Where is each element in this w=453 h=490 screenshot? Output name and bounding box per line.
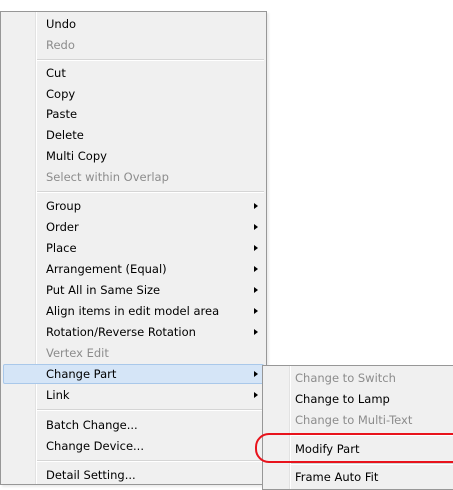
submenu-item-change-to-switch: Change to Switch bbox=[265, 368, 453, 389]
submenu-arrow-icon bbox=[254, 266, 258, 272]
menu-item-place[interactable]: Place bbox=[3, 238, 264, 258]
menu-separator bbox=[37, 460, 264, 462]
submenu-arrow-icon bbox=[254, 371, 258, 377]
menu-item-label: Delete bbox=[46, 128, 84, 142]
menu-item-multi-copy[interactable]: Multi Copy bbox=[3, 146, 264, 166]
menu-item-label: Cut bbox=[46, 66, 66, 80]
menu-separator bbox=[37, 409, 264, 411]
submenu-arrow-icon bbox=[254, 308, 258, 314]
submenu-arrow-icon bbox=[254, 203, 258, 209]
submenu-item-label: Change to Multi-Text bbox=[295, 413, 413, 427]
change-part-submenu: Change to Switch Change to Lamp Change t… bbox=[262, 365, 453, 490]
submenu-arrow-icon bbox=[254, 224, 258, 230]
menu-separator bbox=[37, 59, 264, 61]
menu-item-label: Multi Copy bbox=[46, 149, 107, 163]
menu-item-put-all-in-same-size[interactable]: Put All in Same Size bbox=[3, 280, 264, 300]
menu-item-change-device[interactable]: Change Device... bbox=[3, 436, 264, 456]
menu-item-vertex-edit: Vertex Edit bbox=[3, 343, 264, 363]
menu-item-change-part[interactable]: Change Part bbox=[3, 364, 264, 384]
submenu-arrow-icon bbox=[254, 329, 258, 335]
menu-item-cut[interactable]: Cut bbox=[3, 63, 264, 83]
menu-separator bbox=[37, 191, 264, 193]
menu-item-label: Vertex Edit bbox=[46, 346, 109, 360]
menu-item-label: Link bbox=[46, 388, 70, 402]
menu-item-label: Detail Setting... bbox=[46, 468, 136, 482]
menu-item-label: Put All in Same Size bbox=[46, 283, 161, 297]
submenu-item-change-to-lamp[interactable]: Change to Lamp bbox=[265, 389, 453, 410]
menu-item-label: Group bbox=[46, 199, 82, 213]
menu-item-label: Rotation/Reverse Rotation bbox=[46, 325, 196, 339]
menu-item-label: Undo bbox=[46, 17, 77, 31]
menu-item-copy[interactable]: Copy bbox=[3, 84, 264, 104]
submenu-arrow-icon bbox=[254, 245, 258, 251]
submenu-item-label: Change to Lamp bbox=[295, 392, 390, 406]
menu-item-label: Change Part bbox=[46, 367, 117, 381]
menu-item-redo: Redo bbox=[3, 35, 264, 55]
annotation-highlight-ring bbox=[255, 433, 453, 463]
submenu-arrow-icon bbox=[254, 287, 258, 293]
menu-item-paste[interactable]: Paste bbox=[3, 104, 264, 124]
submenu-arrow-icon bbox=[254, 392, 258, 398]
menu-item-rotation[interactable]: Rotation/Reverse Rotation bbox=[3, 322, 264, 342]
menu-item-label: Paste bbox=[46, 107, 78, 121]
menu-item-label: Copy bbox=[46, 87, 76, 101]
menu-item-label: Change Device... bbox=[46, 439, 144, 453]
menu-item-label: Redo bbox=[46, 38, 75, 52]
menu-item-group[interactable]: Group bbox=[3, 196, 264, 216]
menu-item-label: Align items in edit model area bbox=[46, 304, 220, 318]
menu-item-undo[interactable]: Undo bbox=[3, 14, 264, 34]
submenu-item-change-to-multi-text: Change to Multi-Text bbox=[265, 410, 453, 431]
menu-item-order[interactable]: Order bbox=[3, 217, 264, 237]
menu-item-label: Batch Change... bbox=[46, 418, 138, 432]
menu-item-label: Place bbox=[46, 241, 77, 255]
menu-item-batch-change[interactable]: Batch Change... bbox=[3, 415, 264, 435]
menu-item-select-within-overlap: Select within Overlap bbox=[3, 167, 264, 187]
submenu-item-label: Change to Switch bbox=[295, 371, 396, 385]
context-menu: Undo Redo Cut Copy Paste Delete Multi Co… bbox=[0, 11, 267, 485]
menu-item-delete[interactable]: Delete bbox=[3, 125, 264, 145]
menu-item-link[interactable]: Link bbox=[3, 385, 264, 405]
submenu-separator bbox=[291, 463, 453, 465]
menu-item-align-items[interactable]: Align items in edit model area bbox=[3, 301, 264, 321]
menu-item-label: Order bbox=[46, 220, 79, 234]
menu-item-arrangement-equal[interactable]: Arrangement (Equal) bbox=[3, 259, 264, 279]
menu-item-label: Arrangement (Equal) bbox=[46, 262, 167, 276]
menu-item-detail-setting[interactable]: Detail Setting... bbox=[3, 465, 264, 485]
menu-item-label: Select within Overlap bbox=[46, 170, 169, 184]
